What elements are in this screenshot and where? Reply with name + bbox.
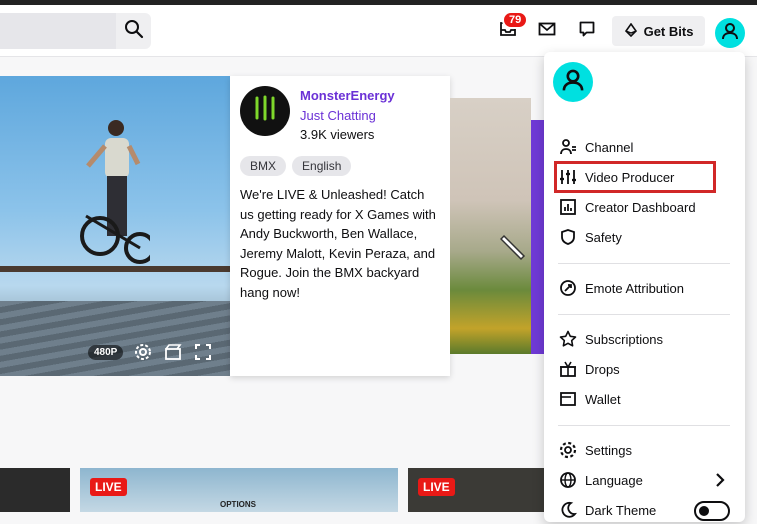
menu-item-label: Emote Attribution: [585, 280, 684, 296]
tag-list: BMX English: [240, 156, 352, 176]
gift-icon: [559, 360, 577, 378]
menu-divider: [558, 425, 730, 426]
menu-item-settings[interactable]: Settings: [552, 436, 737, 464]
chat-button[interactable]: [575, 19, 599, 43]
player-controls: 480P: [88, 342, 213, 362]
search-button[interactable]: [116, 13, 151, 49]
carousel-side-thumbnail[interactable]: [450, 98, 531, 354]
settings-gear-icon[interactable]: [133, 342, 153, 362]
menu-item-language[interactable]: Language: [552, 466, 737, 494]
globe-icon: [559, 471, 577, 489]
menu-divider: [558, 263, 730, 264]
menu-item-label: Creator Dashboard: [585, 199, 696, 215]
get-bits-button[interactable]: Get Bits: [612, 16, 705, 46]
menu-divider: [558, 314, 730, 315]
user-icon: [560, 67, 586, 98]
fullscreen-icon[interactable]: [193, 342, 213, 362]
chevron-right-icon: [716, 473, 725, 487]
search-input[interactable]: [0, 13, 116, 49]
live-badge: LIVE: [418, 478, 455, 496]
viewer-count: 3.9K viewers: [300, 127, 375, 142]
highlight-box-video-producer: [554, 161, 716, 193]
mail-icon: [537, 19, 557, 44]
category-link[interactable]: Just Chatting: [300, 108, 376, 123]
get-bits-label: Get Bits: [643, 23, 694, 39]
video-scene-roof: [0, 301, 230, 376]
thumbnail-options-text: OPTIONS: [220, 500, 257, 509]
live-badge: LIVE: [90, 478, 127, 496]
featured-video-player[interactable]: 480P: [0, 76, 230, 376]
video-scene-rider: [80, 120, 150, 264]
clip-icon[interactable]: [163, 342, 183, 362]
menu-item-label: Safety: [585, 229, 622, 245]
wallet-icon: [559, 390, 577, 408]
menu-item-label: Dark Theme: [585, 502, 657, 518]
user-dropdown-menu: Channel Video Producer Creator Dashboard…: [544, 52, 745, 522]
star-icon: [559, 330, 577, 348]
dashboard-icon: [559, 198, 577, 216]
top-nav-bar: 79 Get Bits: [0, 5, 757, 57]
shield-icon: [559, 228, 577, 246]
menu-item-safety[interactable]: Safety: [552, 223, 737, 251]
channel-icon: [559, 138, 577, 156]
user-avatar-button[interactable]: [715, 18, 745, 48]
tag-english[interactable]: English: [292, 156, 352, 176]
menu-item-label: Drops: [585, 361, 620, 377]
stream-description: We're LIVE & Unleashed! Catch us getting…: [240, 187, 436, 300]
channel-name-link[interactable]: MonsterEnergy: [300, 88, 395, 103]
dark-theme-toggle[interactable]: [694, 501, 730, 521]
stream-thumbnail-1[interactable]: [0, 468, 70, 512]
stream-thumbnail-3[interactable]: LIVE: [408, 468, 544, 512]
moon-icon: [559, 501, 577, 519]
user-icon: [720, 21, 740, 46]
menu-item-wallet[interactable]: Wallet: [552, 385, 737, 413]
pen-cursor-icon: [500, 234, 526, 261]
menu-item-creator-dashboard[interactable]: Creator Dashboard: [552, 193, 737, 221]
attribution-icon: [559, 279, 577, 297]
tag-bmx[interactable]: BMX: [240, 156, 287, 176]
stream-thumbnail-2[interactable]: LIVE OPTIONS: [80, 468, 398, 512]
menu-user-avatar[interactable]: [553, 62, 593, 102]
quality-badge[interactable]: 480P: [88, 344, 124, 360]
carousel-side-edge: [531, 120, 545, 354]
menu-item-emote-attribution[interactable]: Emote Attribution: [552, 274, 737, 302]
menu-item-channel[interactable]: Channel: [552, 133, 737, 161]
menu-item-label: Language: [585, 472, 643, 488]
whispers-button[interactable]: [535, 19, 559, 43]
monster-logo-icon: [250, 94, 280, 129]
menu-item-label: Channel: [585, 139, 634, 155]
menu-item-subscriptions[interactable]: Subscriptions: [552, 325, 737, 353]
channel-avatar[interactable]: [240, 86, 290, 136]
chat-bubble-icon: [577, 19, 597, 44]
menu-item-label: Subscriptions: [585, 331, 664, 347]
channel-info-card: MonsterEnergy Just Chatting 3.9K viewers…: [230, 76, 450, 376]
notification-badge: 79: [502, 11, 529, 29]
menu-item-label: Settings: [585, 442, 632, 458]
gear-icon: [559, 441, 577, 459]
bits-icon: [624, 22, 638, 40]
search-icon: [124, 19, 144, 44]
menu-item-label: Wallet: [585, 391, 621, 407]
menu-item-drops[interactable]: Drops: [552, 355, 737, 383]
